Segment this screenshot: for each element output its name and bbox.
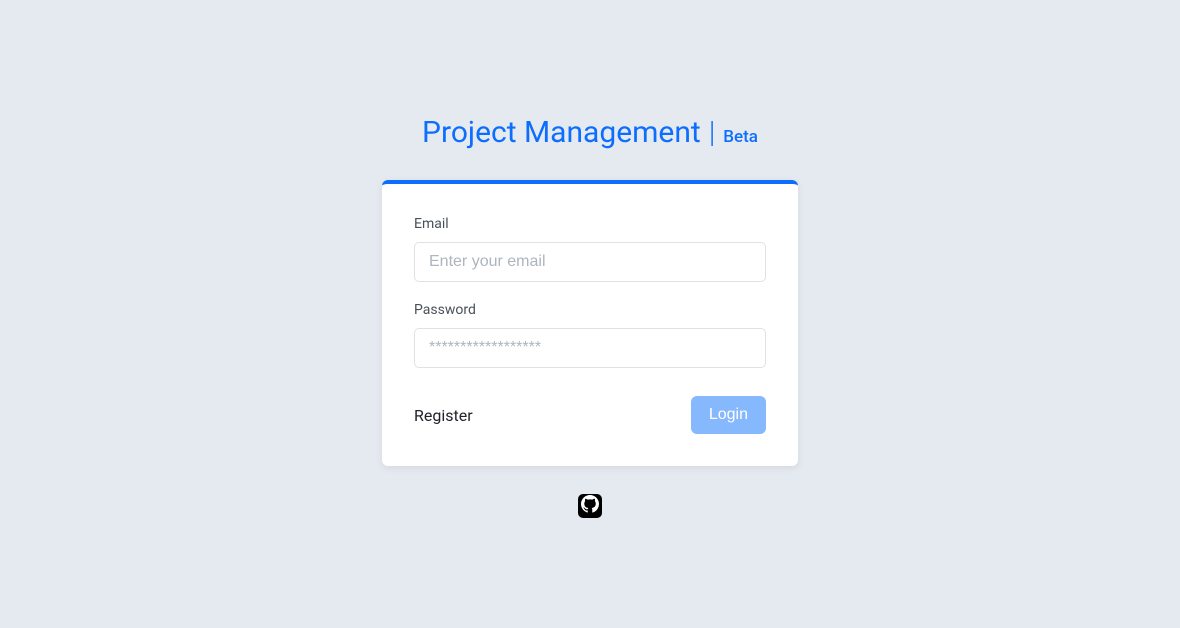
github-icon xyxy=(581,495,599,517)
register-link[interactable]: Register xyxy=(414,406,473,425)
login-card: Email Password Register Login xyxy=(382,180,798,466)
github-link[interactable] xyxy=(578,494,602,518)
password-label: Password xyxy=(414,302,766,318)
password-field[interactable] xyxy=(414,328,766,368)
form-actions: Register Login xyxy=(414,396,766,434)
email-label: Email xyxy=(414,216,766,232)
password-group: Password xyxy=(414,302,766,368)
page-header: Project Management | Beta xyxy=(422,115,758,150)
email-field[interactable] xyxy=(414,242,766,282)
github-link-container xyxy=(578,494,602,518)
login-button[interactable]: Login xyxy=(691,396,766,434)
beta-badge: Beta xyxy=(723,127,758,147)
page-title: Project Management xyxy=(422,115,701,150)
title-separator: | xyxy=(709,115,716,150)
email-group: Email xyxy=(414,216,766,282)
